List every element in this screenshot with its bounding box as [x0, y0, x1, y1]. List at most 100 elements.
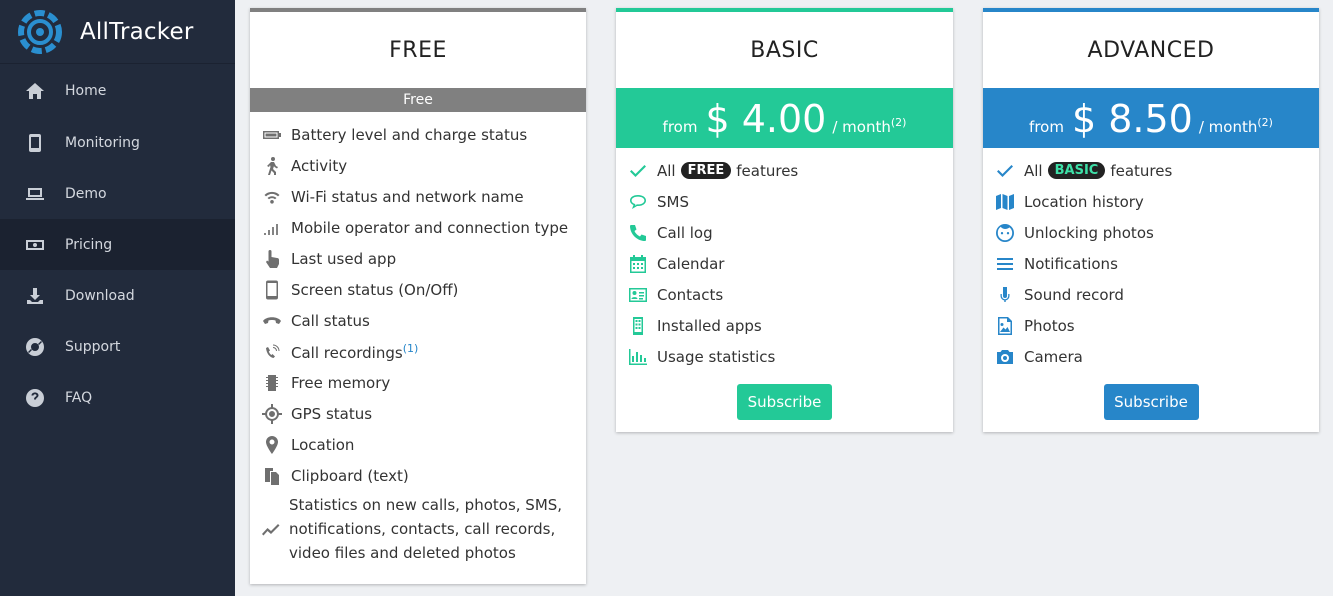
feature-label: Notifications	[1024, 254, 1118, 273]
map-marker-icon	[261, 434, 283, 456]
sidebar-item-faq[interactable]: FAQ	[0, 372, 235, 423]
feature-label: Location history	[1024, 192, 1144, 211]
feature-label: Statistics on new calls, photos, SMS, no…	[289, 496, 563, 562]
feature-label: Screen status (On/Off)	[291, 280, 459, 299]
checkmark-icon	[994, 160, 1016, 182]
plan-title: ADVANCED	[1087, 37, 1215, 63]
price-from: from	[1029, 118, 1064, 136]
sidebar-item-home[interactable]: Home	[0, 65, 235, 117]
battery-icon	[261, 124, 283, 146]
bar-chart-icon	[627, 346, 649, 368]
feature-label: All	[657, 161, 676, 180]
microphone-icon	[994, 284, 1016, 306]
list-item: SMS	[616, 186, 953, 217]
feature-label: Camera	[1024, 347, 1083, 366]
list-item: Statistics on new calls, photos, SMS, no…	[250, 491, 586, 567]
list-item: Wi-Fi status and network name	[250, 181, 586, 212]
question-icon	[24, 387, 46, 409]
footnote-link[interactable]: (1)	[403, 342, 419, 355]
feature-label: Battery level and charge status	[291, 125, 528, 144]
hand-pointer-icon	[261, 248, 283, 270]
apps-phone-icon	[627, 315, 649, 337]
feature-label: Clipboard (text)	[291, 466, 409, 485]
list-item: Usage statistics	[616, 341, 953, 372]
list-item: Camera	[983, 341, 1319, 372]
list-item: Notifications	[983, 248, 1319, 279]
brand[interactable]: AllTracker	[0, 0, 235, 64]
footnote-link[interactable]: (2)	[891, 116, 907, 129]
feature-label: Calendar	[657, 254, 725, 273]
home-icon	[24, 80, 46, 102]
free-price-bar: Free	[250, 88, 586, 112]
feature-label: Installed apps	[657, 316, 762, 335]
list-item: Call log	[616, 217, 953, 248]
sidebar-item-demo[interactable]: Demo	[0, 168, 235, 219]
footnote-link[interactable]: (2)	[1257, 116, 1273, 129]
feature-label: Call status	[291, 311, 370, 330]
chat-bubble-icon	[627, 191, 649, 213]
feature-label: Activity	[291, 156, 348, 175]
plan-title: FREE	[389, 37, 447, 63]
alltracker-logo-icon	[18, 9, 62, 54]
feature-list: Battery level and charge status Activity…	[250, 112, 586, 567]
clipboard-copy-icon	[261, 465, 283, 487]
sidebar-item-support[interactable]: Support	[0, 321, 235, 372]
camera-icon	[994, 346, 1016, 368]
list-item: All BASIC features	[983, 155, 1319, 186]
list-item: Clipboard (text)	[250, 460, 586, 491]
price-bar: from $ 4.00 / month(2)	[616, 88, 953, 148]
list-item: Unlocking photos	[983, 217, 1319, 248]
subscribe-advanced-button[interactable]: Subscribe	[1103, 384, 1199, 420]
feature-list: All FREE features SMS Call log Calendar …	[616, 148, 953, 372]
lifebuoy-icon	[24, 336, 46, 358]
money-icon	[24, 234, 46, 256]
plan-title: BASIC	[750, 37, 819, 63]
list-item: Free memory	[250, 367, 586, 398]
plan-card-free: FREE Free Battery level and charge statu…	[250, 8, 586, 584]
sidebar: AllTracker Home Monitoring Demo Pricing …	[0, 0, 235, 596]
phone-sound-icon	[261, 341, 283, 363]
list-item: Call status	[250, 305, 586, 336]
sidebar-item-label: Support	[65, 338, 121, 355]
feature-label: Free memory	[291, 373, 391, 392]
smartphone-icon	[261, 279, 283, 301]
phone-icon	[627, 222, 649, 244]
feature-label: Contacts	[657, 285, 724, 304]
phone-handset-icon	[261, 310, 283, 332]
feature-label: Photos	[1024, 316, 1075, 335]
sidebar-item-label: Pricing	[65, 236, 113, 253]
sidebar-item-monitoring[interactable]: Monitoring	[0, 117, 235, 168]
list-item: Last used app	[250, 243, 586, 274]
feature-label: Unlocking photos	[1024, 223, 1154, 242]
subscribe-wrap: Subscribe	[616, 384, 953, 420]
price-amount: $ 4.00	[705, 97, 827, 141]
feature-label: All	[1024, 161, 1043, 180]
list-item: Installed apps	[616, 310, 953, 341]
list-item: Calendar	[616, 248, 953, 279]
feature-label: Call log	[657, 223, 713, 242]
basic-badge: BASIC	[1047, 162, 1106, 179]
list-item: Location history	[983, 186, 1319, 217]
list-item: Screen status (On/Off)	[250, 274, 586, 305]
image-file-icon	[994, 315, 1016, 337]
price-period: / month(2)	[832, 116, 907, 136]
price-from: from	[662, 118, 698, 136]
sidebar-item-label: Demo	[65, 185, 107, 202]
gps-crosshair-icon	[261, 403, 283, 425]
sidebar-item-download[interactable]: Download	[0, 270, 235, 321]
calendar-icon	[627, 253, 649, 275]
plan-card-advanced: ADVANCED from $ 8.50 / month(2) All BASI…	[983, 8, 1319, 432]
feature-label: Last used app	[291, 249, 397, 268]
feature-label: SMS	[657, 192, 689, 211]
list-item: Activity	[250, 150, 586, 181]
list-item: Location	[250, 429, 586, 460]
feature-label: Wi-Fi status and network name	[291, 187, 524, 206]
subscribe-basic-button[interactable]: Subscribe	[737, 384, 832, 420]
list-item: Photos	[983, 310, 1319, 341]
subscribe-wrap: Subscribe	[983, 384, 1319, 420]
signal-bars-icon	[261, 217, 283, 239]
sidebar-item-pricing[interactable]: Pricing	[0, 219, 235, 270]
list-item: GPS status	[250, 398, 586, 429]
face-icon	[994, 222, 1016, 244]
checkmark-icon	[627, 160, 649, 182]
